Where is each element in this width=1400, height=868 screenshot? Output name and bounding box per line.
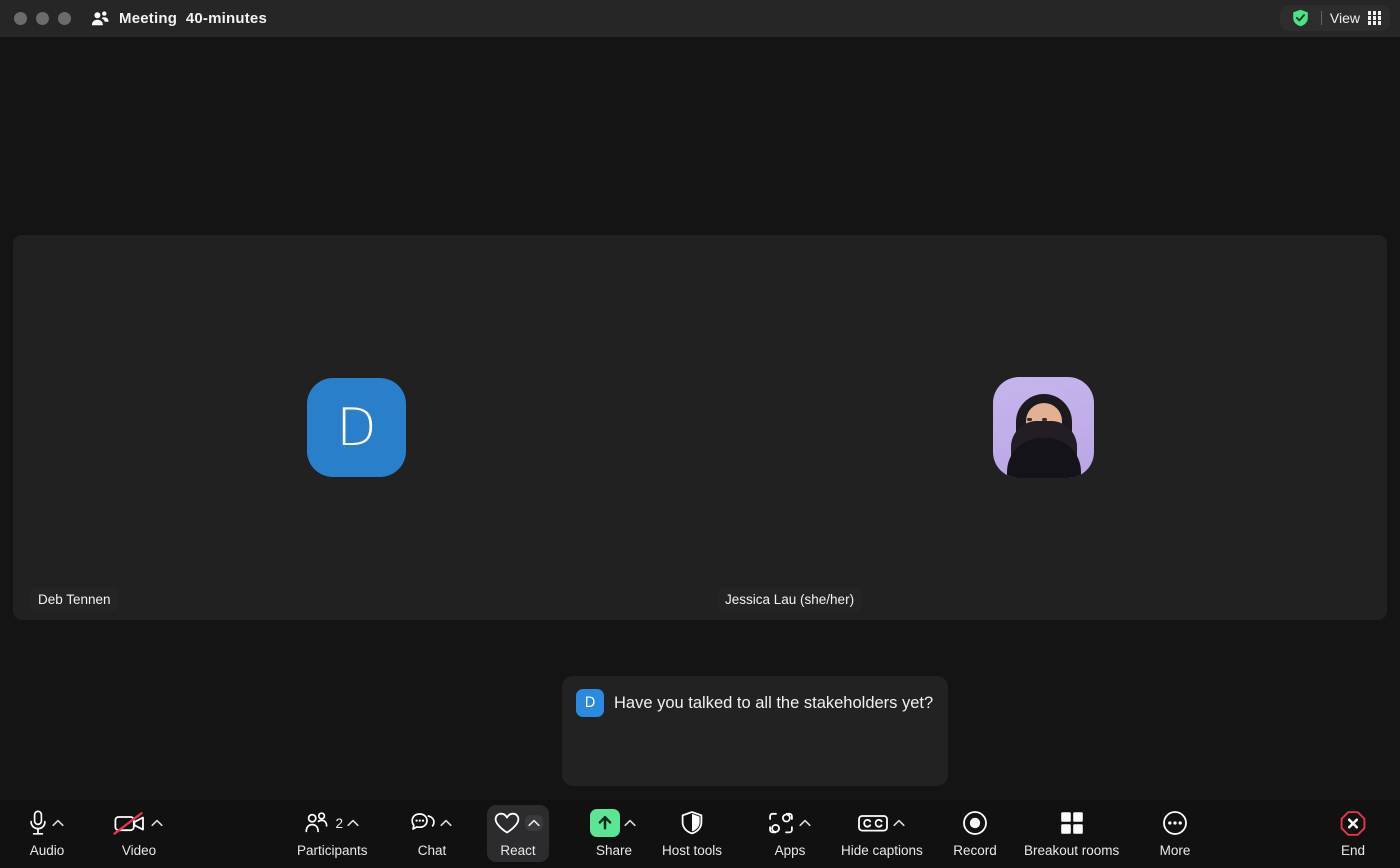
toolbar-button-audio[interactable]: Audio [24, 808, 70, 858]
meeting-title-group: Meeting 40-minutes [91, 10, 267, 27]
toolbar-label-breakout-rooms: Breakout rooms [1024, 843, 1120, 858]
participant-tile-jessica-lau[interactable]: Jessica Lau (she/her) [700, 235, 1387, 620]
view-button-label[interactable]: View [1330, 10, 1360, 26]
shield-check-icon[interactable] [1288, 9, 1313, 27]
avatar [993, 377, 1094, 478]
toolbar-label-chat: Chat [417, 843, 447, 858]
share-options-chevron-up-icon[interactable] [624, 819, 638, 827]
toolbar-label-react: React [500, 843, 536, 858]
toolbar-label-participants: Participants [297, 843, 368, 858]
captions-options-chevron-up-icon[interactable] [893, 819, 907, 827]
chat-bubble-icon [410, 811, 436, 835]
apps-icon [767, 811, 795, 836]
participants-icon [304, 812, 330, 834]
toolbar-button-host-tools[interactable]: Host tools [662, 808, 722, 858]
toolbar-label-audio: Audio [29, 843, 65, 858]
toolbar-button-end[interactable]: End [1330, 808, 1376, 858]
heart-icon [493, 811, 521, 836]
zoom-meeting-window: Meeting 40-minutes View D Deb Tennen Jes… [0, 0, 1400, 868]
captions-panel: D Have you talked to all the stakeholder… [562, 676, 948, 786]
microphone-icon [28, 810, 48, 836]
toolbar-button-react[interactable]: React [487, 805, 549, 862]
toolbar-button-share[interactable]: Share [590, 808, 638, 858]
caption-text: Have you talked to all the stakeholders … [614, 694, 934, 712]
participants-count-badge: 2 [335, 815, 344, 831]
toolbar-button-more[interactable]: More [1152, 808, 1198, 858]
participants-options-chevron-up-icon[interactable] [347, 819, 361, 827]
more-ellipsis-icon [1162, 810, 1188, 836]
video-stage: D Deb Tennen Jessica Lau (she/her) [13, 235, 1387, 620]
toolbar-button-video[interactable]: Video [113, 808, 165, 858]
window-title-bar: Meeting 40-minutes View [0, 0, 1400, 37]
header-right-controls: View [1279, 5, 1390, 31]
minimize-window-button[interactable] [36, 12, 49, 25]
video-off-icon [113, 811, 147, 835]
closed-caption-icon [857, 811, 889, 835]
grid-icon[interactable] [1368, 11, 1382, 25]
video-options-chevron-up-icon[interactable] [151, 819, 165, 827]
toolbar-label-apps: Apps [774, 843, 806, 858]
participant-avatar-area [700, 235, 1387, 620]
toolbar-button-chat[interactable]: Chat [409, 808, 455, 858]
toolbar-label-share: Share [595, 843, 633, 858]
audio-options-chevron-up-icon[interactable] [52, 819, 66, 827]
meeting-subtitle-text: 40-minutes [185, 10, 268, 27]
apps-options-chevron-up-icon[interactable] [799, 819, 813, 827]
traffic-lights[interactable] [0, 12, 71, 25]
toolbar-label-hide-captions: Hide captions [841, 843, 923, 858]
chat-options-chevron-up-icon[interactable] [440, 819, 454, 827]
participant-name-label: Deb Tennen [30, 588, 119, 611]
meeting-title-text: Meeting [119, 10, 178, 27]
toolbar-label-more: More [1159, 843, 1191, 858]
toolbar-button-hide-captions[interactable]: Hide captions [841, 808, 923, 858]
meeting-toolbar: Audio Video 2 Participants Chat React Sh… [0, 800, 1400, 868]
participant-tile-deb-tennen[interactable]: D Deb Tennen [13, 235, 700, 620]
close-window-button[interactable] [14, 12, 27, 25]
toolbar-button-participants[interactable]: 2 Participants [297, 808, 368, 858]
record-icon [962, 810, 988, 836]
toolbar-button-record[interactable]: Record [952, 808, 998, 858]
zoom-window-button[interactable] [58, 12, 71, 25]
share-screen-icon [590, 809, 620, 837]
meeting-title: Meeting 40-minutes [119, 10, 267, 27]
toolbar-label-end: End [1340, 843, 1366, 858]
breakout-rooms-icon [1059, 810, 1085, 836]
participant-avatar-area: D [13, 235, 700, 620]
avatar: D [307, 378, 406, 477]
toolbar-button-breakout-rooms[interactable]: Breakout rooms [1024, 808, 1119, 858]
end-call-icon [1339, 810, 1367, 837]
header-divider [1320, 11, 1322, 25]
host-shield-icon [680, 810, 704, 836]
participant-name-label: Jessica Lau (she/her) [717, 588, 863, 611]
toolbar-label-video: Video [121, 843, 157, 858]
toolbar-button-apps[interactable]: Apps [767, 808, 813, 858]
people-group-icon [91, 11, 110, 26]
caption-speaker-avatar: D [576, 689, 604, 717]
toolbar-label-record: Record [953, 843, 997, 858]
toolbar-label-host-tools: Host tools [662, 843, 723, 858]
react-options-chevron-up-icon[interactable] [525, 815, 543, 831]
